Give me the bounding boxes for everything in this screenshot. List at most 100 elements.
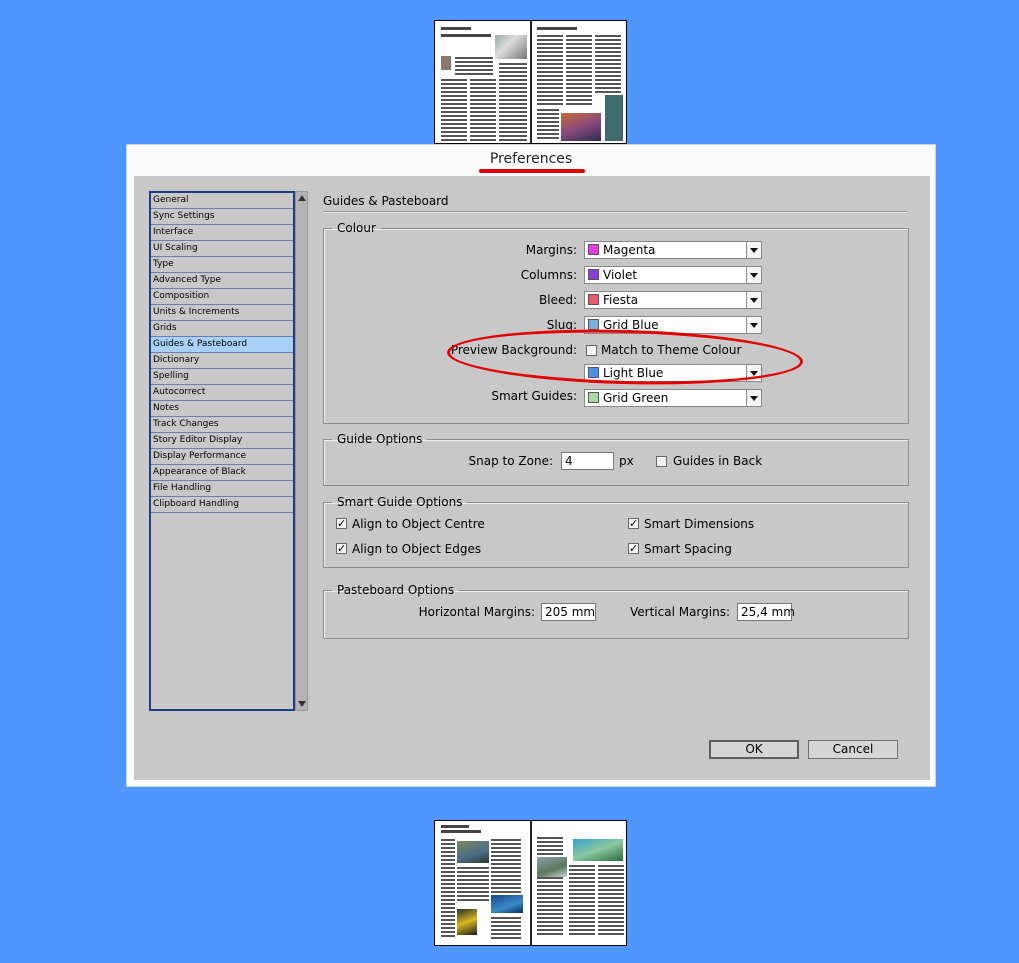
photo (491, 895, 523, 913)
photo (537, 857, 567, 877)
bleed-label: Bleed: (539, 293, 577, 307)
text-column (595, 35, 621, 95)
smart-dimensions-label[interactable]: Smart Dimensions (644, 517, 754, 531)
text-column (569, 865, 595, 937)
category-item[interactable]: Sync Settings (151, 209, 293, 225)
columns-dropdown[interactable]: Violet (584, 266, 762, 284)
photo (573, 839, 623, 861)
cancel-button[interactable]: Cancel (808, 740, 898, 759)
sidebar-box (605, 95, 623, 141)
panel-title: Guides & Pasteboard (323, 194, 449, 208)
preview-background-swatch (588, 367, 599, 378)
category-item[interactable]: Story Editor Display (151, 433, 293, 449)
photo (457, 909, 477, 935)
text-column (491, 917, 521, 939)
guide-options-group: Guide Options (323, 432, 909, 486)
smart-dimensions-checkbox[interactable]: ✓ (628, 518, 639, 529)
category-item[interactable]: Clipboard Handling (151, 497, 293, 513)
align-centre-label[interactable]: Align to Object Centre (352, 517, 485, 531)
margins-value: Magenta (603, 243, 656, 257)
smart-guides-dropdown[interactable]: Grid Green (584, 389, 762, 407)
photo (561, 113, 601, 141)
guides-in-back-checkbox[interactable] (656, 456, 667, 467)
align-edges-checkbox[interactable]: ✓ (336, 543, 347, 554)
headline (537, 27, 577, 30)
slug-value: Grid Blue (603, 318, 659, 332)
slug-label: Slug: (546, 318, 577, 332)
text-column (470, 79, 496, 141)
category-item[interactable]: Display Performance (151, 449, 293, 465)
chevron-down-icon[interactable] (746, 317, 761, 333)
text-column (441, 839, 455, 939)
chevron-down-icon[interactable] (746, 365, 761, 381)
category-item[interactable]: Notes (151, 401, 293, 417)
text-column (537, 837, 563, 937)
headline (441, 34, 491, 37)
vertical-margins-input[interactable]: 25,4 mm (737, 603, 795, 621)
text-column (499, 63, 527, 141)
headline (441, 27, 471, 30)
smart-guides-label: Smart Guides: (491, 389, 577, 403)
category-item[interactable]: Autocorrect (151, 385, 293, 401)
page-spread-thumbnail-bottom[interactable] (434, 820, 627, 946)
category-item[interactable]: Guides & Pasteboard (151, 337, 293, 353)
preview-background-dropdown[interactable]: Light Blue (584, 364, 762, 382)
category-item[interactable]: Appearance of Black (151, 465, 293, 481)
bleed-dropdown[interactable]: Fiesta (584, 291, 762, 309)
match-theme-label[interactable]: Match to Theme Colour (601, 343, 741, 357)
headline (441, 825, 469, 828)
columns-value: Violet (603, 268, 638, 282)
scroll-up-icon[interactable] (298, 195, 306, 201)
spine (530, 21, 532, 143)
preview-background-value: Light Blue (603, 366, 664, 380)
pasteboard-options-legend: Pasteboard Options (337, 583, 455, 597)
chevron-down-icon[interactable] (746, 267, 761, 283)
category-item[interactable]: Dictionary (151, 353, 293, 369)
chevron-down-icon[interactable] (746, 390, 761, 406)
guide-options-legend: Guide Options (337, 432, 423, 446)
smart-spacing-checkbox[interactable]: ✓ (628, 543, 639, 554)
spine (530, 821, 532, 945)
category-scrollbar[interactable] (295, 191, 308, 711)
category-item[interactable]: Units & Increments (151, 305, 293, 321)
text-column (566, 35, 592, 105)
margins-dropdown[interactable]: Magenta (584, 241, 762, 259)
category-list[interactable]: General Sync Settings Interface UI Scaling T… (149, 191, 295, 711)
pasteboard-options-group: Pasteboard Options (323, 583, 909, 639)
ok-button[interactable]: OK (709, 740, 799, 759)
vertical-margins-label: Vertical Margins: (629, 605, 730, 619)
category-item[interactable]: File Handling (151, 481, 293, 497)
text-column (491, 839, 521, 893)
category-item[interactable]: Interface (151, 225, 293, 241)
chevron-down-icon[interactable] (746, 292, 761, 308)
guides-in-back-label[interactable]: Guides in Back (673, 454, 762, 468)
scroll-down-icon[interactable] (298, 701, 306, 707)
category-item[interactable]: Composition (151, 289, 293, 305)
smart-guides-value: Grid Green (603, 391, 669, 405)
category-item[interactable]: General (151, 193, 293, 209)
align-centre-checkbox[interactable]: ✓ (336, 518, 347, 529)
match-theme-checkbox[interactable] (586, 345, 597, 356)
category-item[interactable]: Grids (151, 321, 293, 337)
chevron-down-icon[interactable] (746, 242, 761, 258)
snap-to-zone-input[interactable]: 4 (561, 452, 614, 470)
panel-divider (323, 211, 907, 213)
horizontal-margins-input[interactable]: 205 mm (541, 603, 596, 621)
margins-label: Margins: (525, 243, 577, 257)
category-item[interactable]: Type (151, 257, 293, 273)
category-item[interactable]: Advanced Type (151, 273, 293, 289)
align-edges-label[interactable]: Align to Object Edges (352, 542, 481, 556)
text-column (441, 79, 467, 141)
smart-spacing-label[interactable]: Smart Spacing (644, 542, 732, 556)
category-item[interactable]: Spelling (151, 369, 293, 385)
columns-label: Columns: (520, 268, 577, 282)
text-column (598, 865, 624, 937)
page-spread-thumbnail-top[interactable] (434, 20, 627, 144)
slug-swatch (588, 319, 599, 330)
category-item[interactable]: Track Changes (151, 417, 293, 433)
horizontal-margins-label: Horizontal Margins: (418, 605, 535, 619)
text-column (457, 867, 489, 903)
headline (441, 830, 481, 833)
category-item[interactable]: UI Scaling (151, 241, 293, 257)
slug-dropdown[interactable]: Grid Blue (584, 316, 762, 334)
